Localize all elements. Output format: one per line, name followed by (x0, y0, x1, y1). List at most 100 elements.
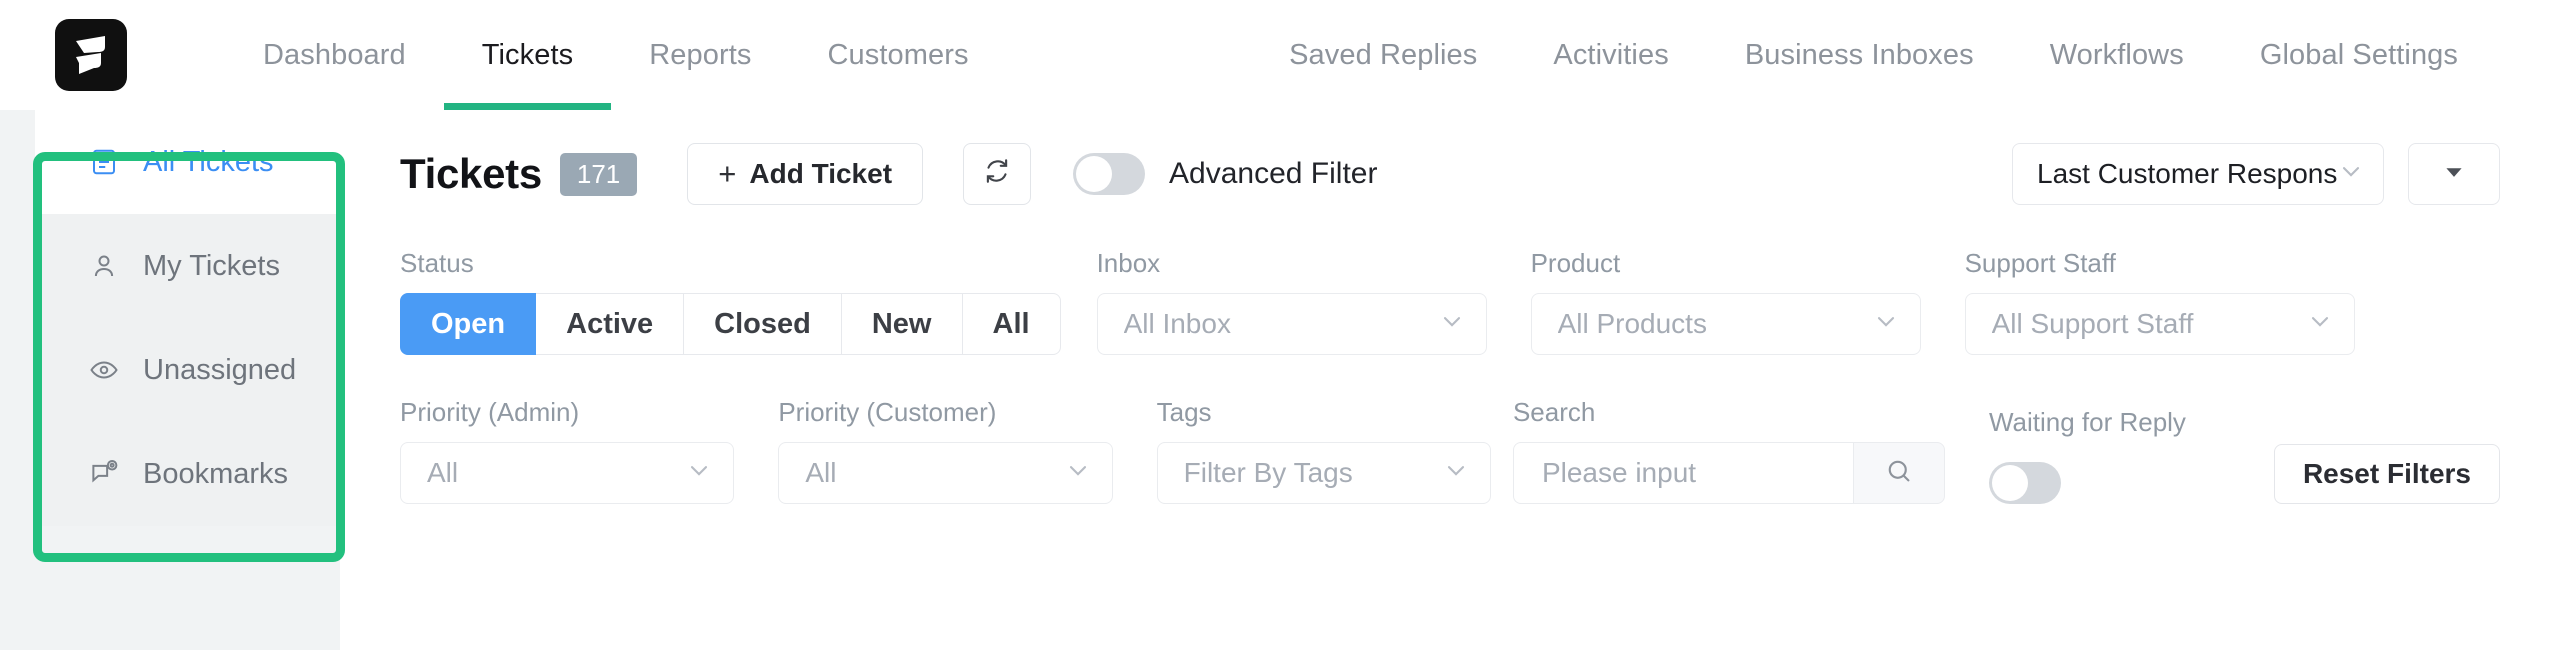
nav-item-business-inboxes[interactable]: Business Inboxes (1707, 0, 2012, 110)
priority-customer-value: All (805, 457, 1063, 489)
nav-label: Reports (649, 39, 751, 72)
status-label: Status (400, 248, 1061, 279)
advanced-filter-toggle[interactable] (1073, 153, 1145, 195)
toggle-knob (1076, 156, 1112, 192)
nav-label: Workflows (2050, 39, 2184, 72)
nav-label: Activities (1553, 39, 1668, 72)
primary-nav: Dashboard Tickets Reports Customers (225, 0, 1007, 110)
page-body: All Tickets My Tickets (0, 110, 2558, 650)
nav-item-dashboard[interactable]: Dashboard (225, 0, 444, 110)
priority-customer-label: Priority (Customer) (778, 397, 1112, 428)
status-filter: Status Open Active Closed New (400, 248, 1061, 355)
priority-admin-select[interactable]: All (400, 442, 734, 504)
status-option-active[interactable]: Active (536, 293, 684, 355)
page-title: Tickets (400, 150, 542, 198)
search-icon (1884, 456, 1914, 491)
chevron-down-icon (2337, 157, 2365, 192)
nav-item-global-settings[interactable]: Global Settings (2222, 0, 2496, 110)
nav-label: Business Inboxes (1745, 39, 1974, 72)
sort-direction-button[interactable] (2408, 143, 2500, 205)
nav-label: Customers (828, 39, 969, 72)
user-icon (87, 249, 121, 283)
sidebar-item-label: All Tickets (143, 146, 274, 179)
filters-row-1: Status Open Active Closed New (400, 248, 2500, 355)
support-staff-select[interactable]: All Support Staff (1965, 293, 2355, 355)
nav-item-customers[interactable]: Customers (790, 0, 1007, 110)
toolbar-right-group: Last Customer Response (2012, 143, 2500, 205)
chevron-down-icon (1442, 456, 1470, 491)
sidebar-item-label: Bookmarks (143, 458, 288, 491)
status-option-label: New (872, 308, 932, 341)
app-logo[interactable] (55, 19, 127, 91)
refresh-button[interactable] (963, 143, 1031, 205)
ticket-count-badge: 171 (560, 153, 637, 196)
sidebar-item-label: My Tickets (143, 250, 280, 283)
caret-down-icon (2441, 159, 2467, 190)
top-navigation-bar: Dashboard Tickets Reports Customers Save… (0, 0, 2558, 110)
plus-icon: + (718, 156, 736, 192)
status-option-open[interactable]: Open (400, 293, 536, 355)
search-box: Please input (1513, 442, 1945, 504)
status-option-all[interactable]: All (963, 293, 1061, 355)
product-filter: Product All Products (1531, 248, 1921, 355)
support-staff-filter: Support Staff All Support Staff (1965, 248, 2355, 355)
search-filter: Search Please input (1513, 397, 1945, 504)
reset-filters-button[interactable]: Reset Filters (2274, 444, 2500, 504)
nav-label: Saved Replies (1289, 39, 1477, 72)
status-option-label: Active (566, 308, 653, 341)
tags-filter: Tags Filter By Tags (1157, 397, 1491, 504)
filters-row-2: Priority (Admin) All Priority (Customer)… (400, 397, 2500, 504)
nav-label: Global Settings (2260, 39, 2458, 72)
priority-customer-filter: Priority (Customer) All (778, 397, 1112, 504)
chevron-down-icon (2306, 307, 2334, 342)
chevron-down-icon (1872, 307, 1900, 342)
list-document-icon (87, 145, 121, 179)
sort-by-select[interactable]: Last Customer Response (2012, 143, 2384, 205)
sidebar-item-my-tickets[interactable]: My Tickets (35, 214, 342, 318)
add-ticket-button[interactable]: + Add Ticket (687, 143, 923, 205)
support-staff-label: Support Staff (1965, 248, 2355, 279)
sidebar-item-bookmarks[interactable]: Bookmarks (35, 422, 342, 526)
sidebar-item-label: Unassigned (143, 354, 296, 387)
status-option-label: Closed (714, 308, 811, 341)
product-label: Product (1531, 248, 1921, 279)
tickets-toolbar: Tickets 171 + Add Ticket A (340, 110, 2558, 238)
tags-select[interactable]: Filter By Tags (1157, 442, 1491, 504)
waiting-for-reply-toggle[interactable] (1989, 462, 2061, 504)
add-ticket-label: Add Ticket (749, 158, 892, 190)
sidebar-item-unassigned[interactable]: Unassigned (35, 318, 342, 422)
nav-item-workflows[interactable]: Workflows (2012, 0, 2222, 110)
nav-label: Tickets (482, 39, 573, 72)
toggle-knob (1992, 465, 2028, 501)
support-staff-value: All Support Staff (1992, 308, 2306, 340)
sidebar-item-all-tickets[interactable]: All Tickets (35, 110, 342, 214)
status-option-new[interactable]: New (842, 293, 963, 355)
nav-item-reports[interactable]: Reports (611, 0, 789, 110)
search-input[interactable]: Please input (1513, 442, 1853, 504)
nav-item-tickets[interactable]: Tickets (444, 0, 611, 110)
product-value: All Products (1558, 308, 1872, 340)
reset-filters-label: Reset Filters (2303, 458, 2471, 490)
nav-item-saved-replies[interactable]: Saved Replies (1251, 0, 1515, 110)
search-label: Search (1513, 397, 1945, 428)
status-option-closed[interactable]: Closed (684, 293, 842, 355)
chevron-down-icon (685, 456, 713, 491)
chevron-down-icon (1438, 307, 1466, 342)
sidebar-list: All Tickets My Tickets (35, 110, 342, 526)
filters-panel: Status Open Active Closed New (340, 248, 2558, 504)
product-select[interactable]: All Products (1531, 293, 1921, 355)
nav-item-activities[interactable]: Activities (1515, 0, 1706, 110)
mention-bubble-icon (87, 457, 121, 491)
main-content: Tickets 171 + Add Ticket A (340, 110, 2558, 650)
tags-label: Tags (1157, 397, 1491, 428)
search-button[interactable] (1853, 442, 1945, 504)
status-option-label: All (993, 308, 1030, 341)
chevron-down-icon (1064, 456, 1092, 491)
advanced-filter-label: Advanced Filter (1169, 157, 1377, 191)
secondary-nav: Saved Replies Activities Business Inboxe… (1251, 0, 2496, 110)
inbox-select[interactable]: All Inbox (1097, 293, 1487, 355)
status-option-label: Open (431, 308, 505, 341)
inbox-filter: Inbox All Inbox (1097, 248, 1487, 355)
nav-label: Dashboard (263, 39, 406, 72)
priority-customer-select[interactable]: All (778, 442, 1112, 504)
